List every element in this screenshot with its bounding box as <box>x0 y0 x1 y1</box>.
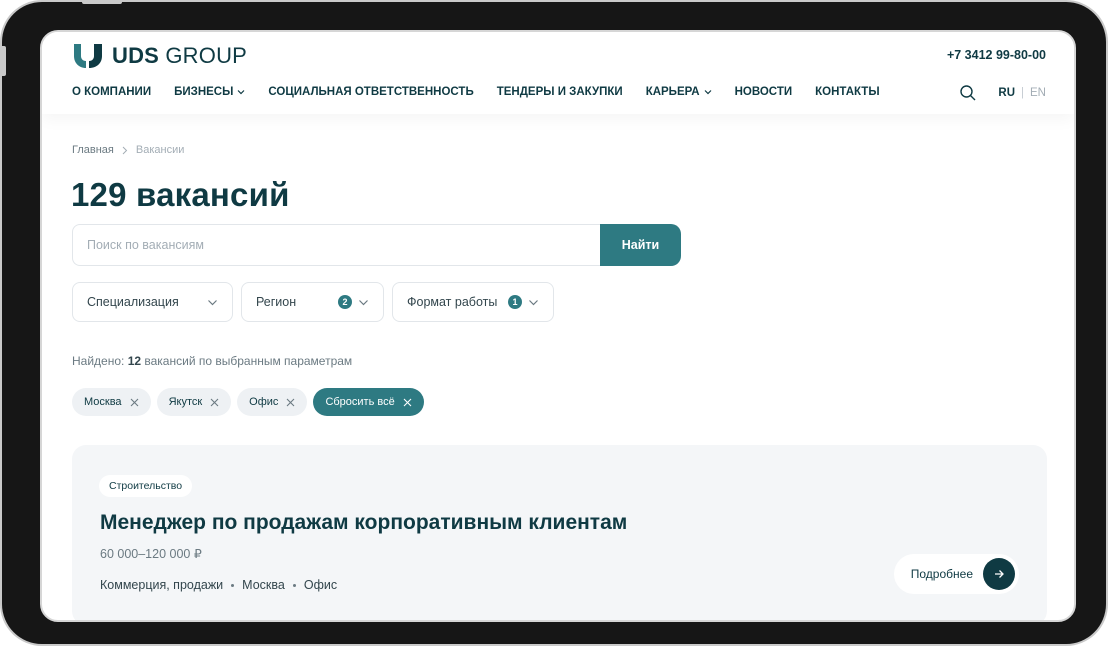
filter-chip[interactable]: Москва <box>72 388 151 416</box>
vacancy-city: Москва <box>242 578 285 592</box>
breadcrumb: Главная Вакансии <box>72 144 184 156</box>
header-tools: RU | EN <box>958 83 1046 103</box>
lang-separator: | <box>1021 87 1025 99</box>
chevron-down-icon <box>237 90 245 95</box>
more-button-label: Подробнее <box>910 567 973 581</box>
chevron-down-icon <box>208 299 217 305</box>
breadcrumb-current: Вакансии <box>135 144 185 156</box>
filter-count-badge: 2 <box>338 295 352 309</box>
nav-item-career[interactable]: КАРЬЕРА <box>646 86 712 98</box>
vacancy-card[interactable]: Строительство Менеджер по продажам корпо… <box>72 445 1047 620</box>
results-summary: Найдено: 12 вакансий по выбранным параме… <box>72 354 353 368</box>
filter-chip[interactable]: Якутск <box>156 388 232 416</box>
logo-mark-icon <box>74 44 102 68</box>
close-icon[interactable] <box>210 398 219 407</box>
close-icon[interactable] <box>286 398 295 407</box>
phone-number[interactable]: +7 3412 99-80-00 <box>947 48 1046 62</box>
filters: Специализация Регион 2 Формат работы 1 <box>72 282 554 322</box>
active-filters: Москва Якутск Офис Сбросить всё <box>72 388 424 416</box>
search-button[interactable]: Найти <box>600 224 681 266</box>
nav-item-contacts[interactable]: КОНТАКТЫ <box>815 86 879 98</box>
logo[interactable]: UDS GROUP <box>72 43 247 69</box>
filter-label: Формат работы <box>407 295 498 309</box>
filter-format[interactable]: Формат работы 1 <box>392 282 554 322</box>
nav-item-tenders[interactable]: ТЕНДЕРЫ И ЗАКУПКИ <box>497 86 623 98</box>
lang-ru[interactable]: RU <box>998 87 1015 99</box>
chevron-down-icon <box>704 90 712 95</box>
more-button[interactable]: Подробнее <box>893 554 1019 594</box>
nav-item-news[interactable]: НОВОСТИ <box>735 86 793 98</box>
screen: UDS GROUP +7 3412 99-80-00 О КОМПАНИИ БИ… <box>40 30 1076 622</box>
separator-dot <box>231 583 235 587</box>
breadcrumb-home[interactable]: Главная <box>72 144 114 156</box>
nav-item-about[interactable]: О КОМПАНИИ <box>72 86 151 98</box>
chevron-down-icon <box>359 299 368 305</box>
vacancy-area: Коммерция, продажи <box>100 578 224 592</box>
filter-label: Регион <box>256 295 297 309</box>
vacancy-salary: 60 000–120 000 ₽ <box>100 547 202 561</box>
reset-all-button[interactable]: Сбросить всё <box>313 388 424 416</box>
close-icon[interactable] <box>130 398 139 407</box>
main-nav: О КОМПАНИИ БИЗНЕСЫ СОЦИАЛЬНАЯ ОТВЕТСТВЕН… <box>72 86 903 98</box>
device-side-button <box>0 46 6 76</box>
tablet-frame: UDS GROUP +7 3412 99-80-00 О КОМПАНИИ БИ… <box>0 0 1106 644</box>
chevron-down-icon <box>529 299 538 305</box>
filter-label: Специализация <box>87 295 179 309</box>
arrow-right-icon <box>983 558 1015 590</box>
filter-specialization[interactable]: Специализация <box>72 282 233 322</box>
filter-region[interactable]: Регион 2 <box>241 282 384 322</box>
search-input[interactable] <box>72 224 600 266</box>
vacancy-format: Офис <box>303 578 338 592</box>
separator-dot <box>292 583 296 587</box>
device-top-button <box>82 0 122 4</box>
filter-chip[interactable]: Офис <box>237 388 308 416</box>
filter-count-badge: 1 <box>508 295 522 309</box>
site-header: UDS GROUP +7 3412 99-80-00 О КОМПАНИИ БИ… <box>42 32 1074 114</box>
close-icon <box>403 398 412 406</box>
page-title: 129 вакансий <box>71 176 290 213</box>
chevron-right-icon <box>122 146 128 154</box>
search-icon[interactable] <box>958 83 978 103</box>
vacancy-search: Найти <box>72 224 681 266</box>
results-count: 12 <box>127 354 142 368</box>
lang-en[interactable]: EN <box>1030 87 1046 99</box>
logo-text: UDS GROUP <box>112 43 248 68</box>
vacancy-meta: Коммерция, продажи Москва Офис <box>100 578 337 592</box>
nav-item-businesses[interactable]: БИЗНЕСЫ <box>174 86 245 98</box>
nav-item-social[interactable]: СОЦИАЛЬНАЯ ОТВЕТСТВЕННОСТЬ <box>268 86 473 98</box>
vacancy-category-tag: Строительство <box>99 475 193 497</box>
vacancy-title[interactable]: Менеджер по продажам корпоративным клиен… <box>100 511 627 535</box>
